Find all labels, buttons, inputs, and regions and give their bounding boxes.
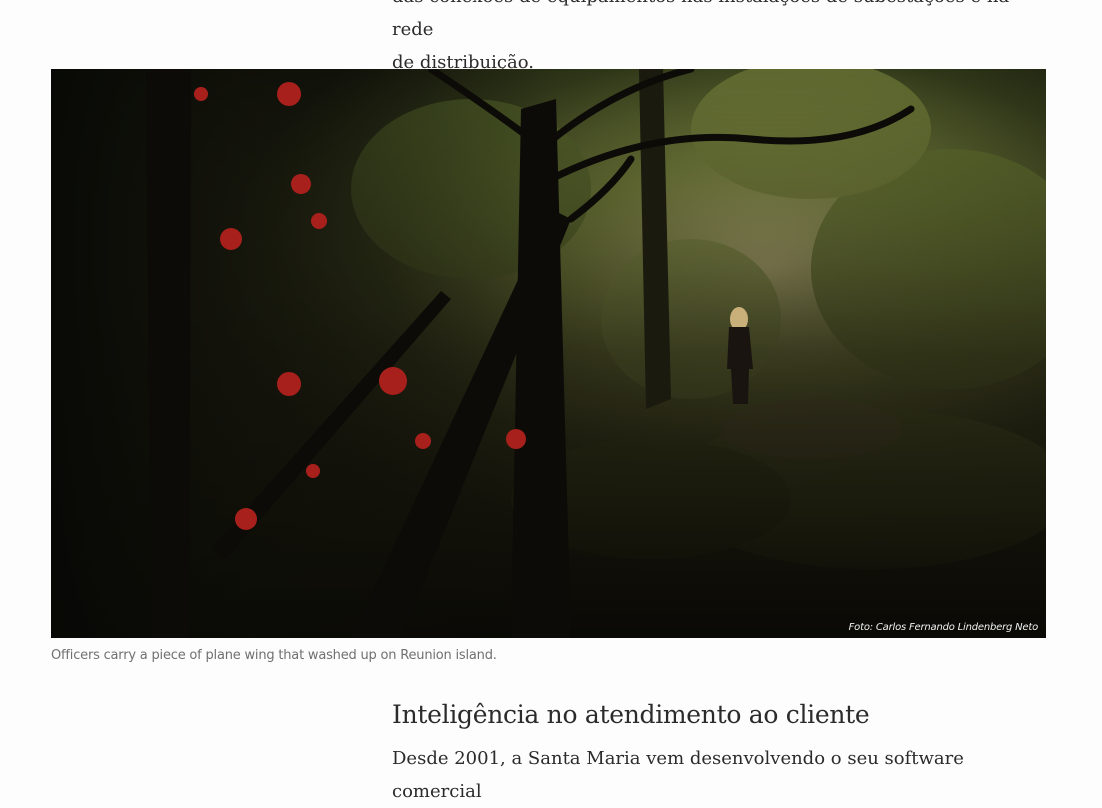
paragraph-line: Desde 2001, a Santa Maria vem desenvolve…: [392, 748, 964, 802]
article-photo: Foto: Carlos Fernando Lindenberg Neto: [51, 69, 1046, 638]
section-heading: Inteligência no atendimento ao cliente: [392, 700, 870, 729]
body-paragraph-top: das conexões de equipamentos nas instala…: [392, 0, 1042, 79]
paragraph-line: das conexões de equipamentos nas instala…: [392, 0, 1009, 40]
body-paragraph-bottom: Desde 2001, a Santa Maria vem desenvolve…: [392, 742, 1042, 808]
forest-photo-illustration: [51, 69, 1046, 638]
photo-credit: Foto: Carlos Fernando Lindenberg Neto: [848, 622, 1039, 633]
photo-caption: Officers carry a piece of plane wing tha…: [51, 648, 497, 663]
